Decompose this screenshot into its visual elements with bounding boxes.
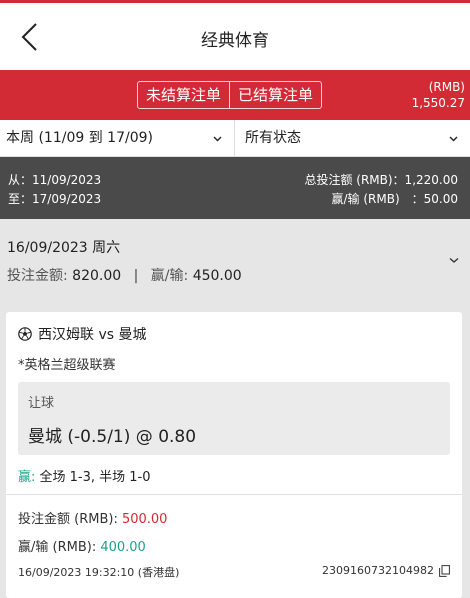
divider — [6, 494, 462, 495]
balance-amount: 1,550.27 — [411, 96, 465, 110]
tab-settled[interactable]: 已结算注单 — [229, 82, 321, 108]
status-filter-value: 所有状态 — [245, 130, 301, 146]
app-header: 经典体育 — [0, 3, 470, 70]
bet-type: 让球 — [28, 396, 55, 411]
day-winloss-value: 450.00 — [192, 268, 242, 284]
league-name: *英格兰超级联赛 — [18, 358, 116, 373]
stake-label: 投注金额 (RMB): — [18, 512, 122, 527]
chevron-down-icon — [449, 257, 459, 263]
balance: (RMB) 1,550.27 — [412, 79, 465, 111]
day-summary: 投注金额: 820.00 | 赢/输: 450.00 — [7, 265, 242, 285]
day-separator: | — [133, 268, 139, 284]
day-stake-label: 投注金额: — [7, 268, 68, 284]
summary-bar: 从：11/09/2023 至：17/09/2023 总投注额 (RMB)：1,2… — [0, 157, 470, 219]
winloss-label: 赢/输 (RMB): — [18, 540, 101, 555]
match-name: 西汉姆联 vs 曼城 — [38, 327, 147, 343]
filter-bar: 本周 (11/09 到 17/09) 所有状态 — [0, 120, 470, 157]
day-date: 16/09/2023 周六 — [7, 240, 121, 256]
copy-icon[interactable] — [439, 564, 450, 577]
date-to: 至：17/09/2023 — [8, 192, 102, 206]
winloss-value: 400.00 — [100, 540, 146, 555]
balance-currency: (RMB) — [428, 80, 465, 94]
day-group-header[interactable]: 16/09/2023 周六 投注金额: 820.00 | 赢/输: 450.00 — [0, 219, 470, 299]
bet-card: 西汉姆联 vs 曼城 *英格兰超级联赛 让球 曼城 (-0.5/1) @ 0.8… — [6, 312, 462, 598]
day-winloss-label: 赢/输: — [150, 268, 189, 284]
ticket-id: 2309160732104982 — [322, 564, 450, 577]
bet-status-switch: 未结算注单 已结算注单 — [137, 81, 323, 109]
page-title: 经典体育 — [201, 31, 269, 51]
result-score: 全场 1-3, 半场 1-0 — [35, 470, 151, 485]
tab-unsettled[interactable]: 未结算注单 — [138, 82, 229, 108]
total-winloss: 赢/输 (RMB) ：50.00 — [331, 192, 459, 206]
soccer-ball-icon — [18, 327, 32, 341]
day-stake-value: 820.00 — [72, 268, 122, 284]
bet-result: 赢: 全场 1-3, 半场 1-0 — [18, 466, 151, 485]
tab-bar: 未结算注单 已结算注单 (RMB) 1,550.27 — [0, 70, 470, 120]
bet-selection: 曼城 (-0.5/1) @ 0.80 — [28, 427, 197, 447]
result-status: 赢: — [18, 470, 36, 485]
chevron-down-icon — [449, 136, 458, 142]
bet-selection-box: 让球 曼城 (-0.5/1) @ 0.80 — [18, 382, 450, 455]
bet-timestamp: 16/09/2023 19:32:10 (香港盘) — [18, 566, 180, 579]
total-stake: 总投注额 (RMB)：1,220.00 — [304, 173, 458, 187]
stake-row: 投注金额 (RMB): 500.00 — [18, 508, 167, 527]
ticket-number: 2309160732104982 — [322, 564, 434, 577]
winloss-row: 赢/输 (RMB): 400.00 — [18, 536, 146, 555]
stake-value: 500.00 — [121, 512, 168, 527]
match-title: 西汉姆联 vs 曼城 — [18, 324, 146, 344]
date-from: 从：11/09/2023 — [8, 173, 102, 187]
period-filter-value: 本周 (11/09 到 17/09) — [6, 130, 153, 146]
chevron-down-icon — [213, 136, 222, 142]
status-filter[interactable]: 所有状态 — [235, 120, 470, 157]
period-filter[interactable]: 本周 (11/09 到 17/09) — [0, 120, 235, 157]
